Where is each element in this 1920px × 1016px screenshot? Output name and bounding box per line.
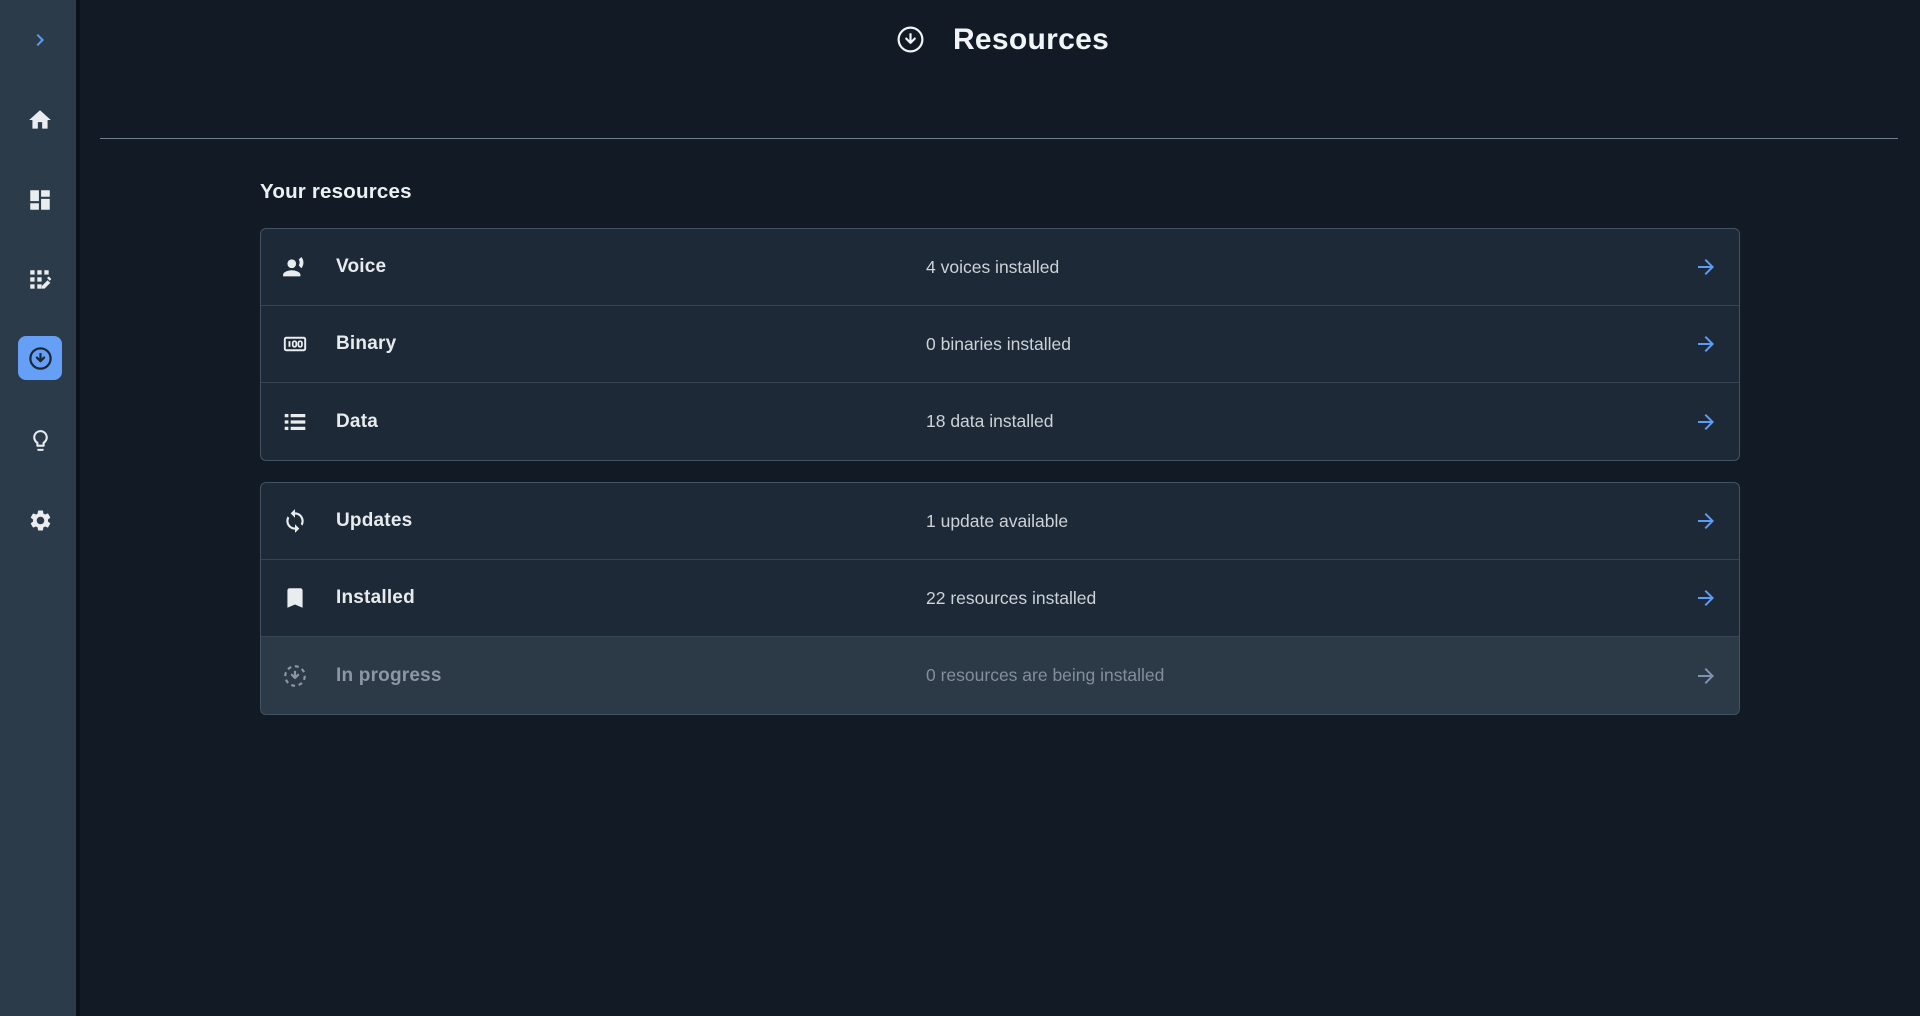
resource-row-label: Installed: [336, 587, 415, 609]
arrow-forward-icon: [1694, 255, 1718, 279]
resource-row-label: Updates: [336, 510, 412, 532]
sidebar-item-dashboard[interactable]: [18, 178, 62, 222]
page-title: Resources: [953, 24, 1109, 56]
sidebar-toggle-button[interactable]: [18, 18, 62, 62]
download-circle-icon: [895, 24, 926, 60]
sidebar-item-resources[interactable]: [18, 336, 62, 380]
page-header: Resources: [84, 0, 1920, 80]
lightbulb-icon: [28, 428, 53, 453]
resource-row-status: 22 resources installed: [926, 588, 1096, 609]
sidebar-item-home[interactable]: [18, 98, 62, 142]
resource-row-installed[interactable]: Installed 22 resources installed: [261, 560, 1739, 637]
voice-icon: [282, 254, 308, 280]
sidebar-item-settings[interactable]: [18, 498, 62, 542]
section-heading: Your resources: [260, 180, 412, 204]
binary-icon: [282, 331, 308, 357]
arrow-forward-icon: [1694, 509, 1718, 533]
resource-row-updates[interactable]: Updates 1 update available: [261, 483, 1739, 560]
resource-row-data[interactable]: Data 18 data installed: [261, 383, 1739, 460]
app-registration-icon: [27, 267, 53, 293]
resource-row-label: In progress: [336, 665, 442, 687]
bookmark-icon: [282, 585, 308, 611]
resource-row-label: Binary: [336, 333, 396, 355]
chevron-right-icon: [28, 28, 52, 52]
data-list-icon: [282, 409, 308, 435]
resource-row-label: Data: [336, 411, 378, 433]
header-divider: [100, 138, 1898, 139]
arrow-forward-icon: [1694, 410, 1718, 434]
arrow-forward-icon: [1694, 586, 1718, 610]
arrow-forward-icon: [1694, 664, 1718, 688]
downloading-icon: [282, 663, 308, 689]
resource-row-label: Voice: [336, 256, 386, 278]
resource-row-status: 4 voices installed: [926, 257, 1059, 278]
download-circle-icon: [27, 345, 54, 372]
dashboard-icon: [27, 187, 53, 213]
resource-row-status: 0 resources are being installed: [926, 665, 1164, 686]
sidebar-item-editor[interactable]: [18, 258, 62, 302]
resource-types-card: Voice 4 voices installed Binary 0 binari…: [260, 228, 1740, 461]
resource-status-card: Updates 1 update available Installed 22 …: [260, 482, 1740, 715]
resource-row-voice[interactable]: Voice 4 voices installed: [261, 229, 1739, 306]
gear-icon: [28, 508, 53, 533]
resource-row-in-progress[interactable]: In progress 0 resources are being instal…: [261, 637, 1739, 714]
arrow-forward-icon: [1694, 332, 1718, 356]
sync-icon: [282, 508, 308, 534]
resource-row-status: 0 binaries installed: [926, 334, 1071, 355]
resource-row-status: 18 data installed: [926, 411, 1053, 432]
home-icon: [27, 107, 53, 133]
sidebar-item-ideas[interactable]: [18, 418, 62, 462]
resource-row-status: 1 update available: [926, 511, 1068, 532]
sidebar: [0, 0, 80, 1016]
resource-row-binary[interactable]: Binary 0 binaries installed: [261, 306, 1739, 383]
